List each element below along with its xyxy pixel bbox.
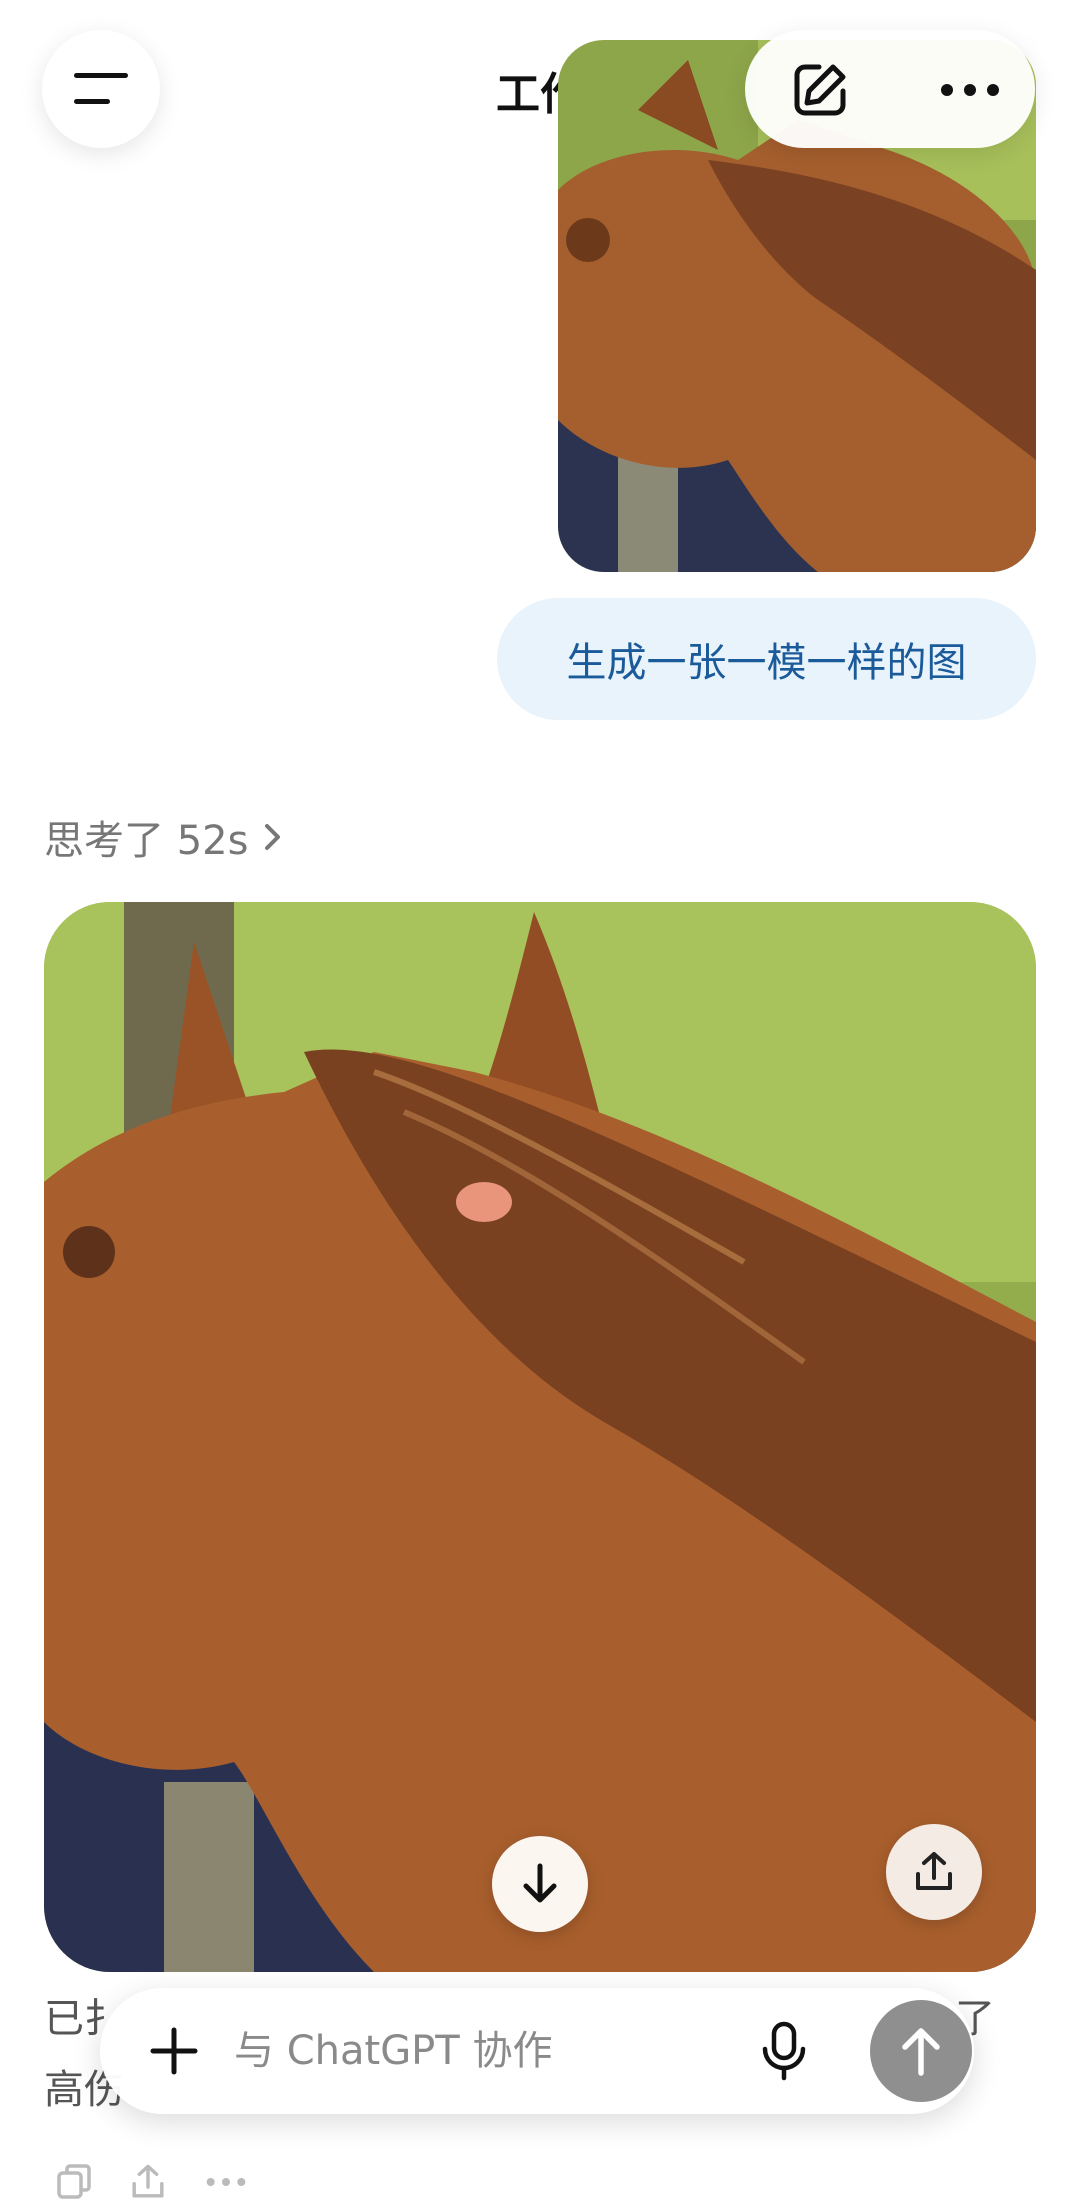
thinking-label: 思考了 52s (44, 818, 249, 864)
generated-image[interactable] (44, 902, 1036, 1972)
scroll-down-button[interactable] (492, 1836, 588, 1932)
arrow-up-icon (902, 2028, 940, 2076)
share-icon (132, 2164, 164, 2198)
send-button[interactable] (870, 2000, 972, 2102)
copy-icon (57, 2164, 91, 2199)
user-message-bubble: 生成一张一模一样的图 (497, 598, 1036, 720)
message-input[interactable] (232, 2014, 716, 2088)
message-more-button[interactable] (196, 2152, 256, 2212)
new-chat-button[interactable] (770, 40, 870, 140)
share-image-button[interactable] (886, 1824, 982, 1920)
copy-button[interactable] (44, 2152, 104, 2212)
arrow-down-icon (523, 1863, 557, 1903)
more-options-button[interactable] (920, 40, 1020, 140)
share-message-button[interactable] (118, 2152, 178, 2212)
mic-icon (762, 2021, 806, 2081)
voice-input-button[interactable] (738, 2005, 830, 2097)
share-icon (916, 1852, 952, 1890)
plus-icon (150, 2027, 198, 2075)
more-icon (941, 84, 999, 96)
thinking-summary[interactable]: 思考了 52s (44, 808, 284, 866)
edit-icon (794, 64, 846, 116)
menu-button[interactable] (42, 30, 160, 148)
menu-icon (74, 73, 128, 104)
more-icon (206, 2178, 246, 2186)
user-message-text: 生成一张一模一样的图 (566, 640, 967, 686)
add-attachment-button[interactable] (128, 2005, 220, 2097)
chevron-right-icon (265, 824, 281, 850)
